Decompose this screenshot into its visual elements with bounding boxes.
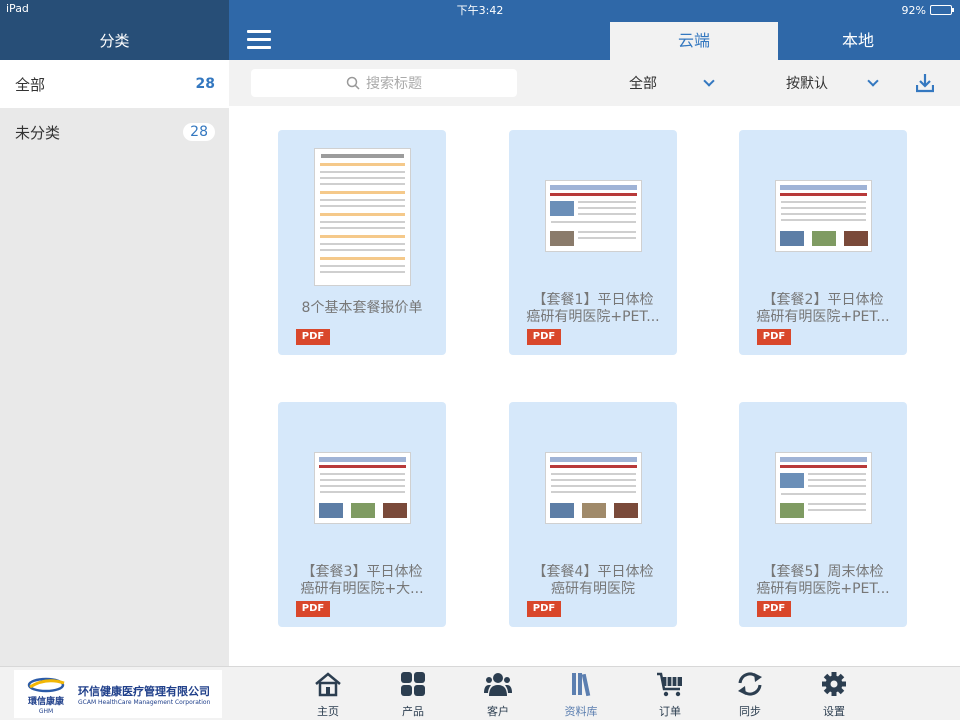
document-title-line: 【套餐1】平日体检 xyxy=(532,292,654,308)
document-title-line: 癌研有明医院 xyxy=(551,581,635,597)
pdf-badge: PDF xyxy=(757,329,791,345)
document-card[interactable]: 【套餐2】平日体检 癌研有明医院+PET... PDF xyxy=(739,130,907,355)
users-icon xyxy=(484,673,512,696)
nav-label: 产品 xyxy=(402,705,424,718)
battery-icon xyxy=(930,5,954,15)
sidebar-item-label: 全部 xyxy=(15,75,46,94)
bottom-tab-bar: 環信康康 GHM 环信健康医疗管理有限公司 GCAM HealthCare Ma… xyxy=(0,666,960,720)
document-thumbnail xyxy=(545,180,642,252)
document-title-line: 【套餐2】平日体检 xyxy=(762,292,884,308)
sidebar-item-label: 未分类 xyxy=(15,123,61,142)
document-title: 【套餐4】平日体检 癌研有明医院 xyxy=(521,564,665,598)
document-title-line: 癌研有明医院+PET... xyxy=(756,309,890,325)
search-icon xyxy=(346,76,360,90)
category-sidebar: 全部 28 未分类 28 xyxy=(0,60,229,666)
document-card[interactable]: 【套餐4】平日体检 癌研有明医院 PDF xyxy=(509,402,677,627)
search-placeholder: 搜索标题 xyxy=(366,76,422,92)
logo-mark-icon: 環信康康 GHM xyxy=(20,673,72,715)
document-title-line: 【套餐5】周末体检 xyxy=(762,564,884,580)
nav-label: 设置 xyxy=(823,705,845,718)
sidebar-item-count: 28 xyxy=(195,76,215,92)
company-name-en: GCAM HealthCare Management Corporation xyxy=(78,698,211,706)
search-input[interactable]: 搜索标题 xyxy=(251,69,517,97)
pdf-badge: PDF xyxy=(296,329,330,345)
document-thumbnail xyxy=(775,452,872,524)
sidebar-title: 分类 xyxy=(99,32,130,50)
nav-label: 订单 xyxy=(659,705,681,718)
sidebar-item-all[interactable]: 全部 28 xyxy=(0,60,229,108)
nav-orders[interactable]: 订单 xyxy=(640,671,700,719)
document-thumbnail xyxy=(314,148,411,286)
top-bar: iPad 下午3:42 92% 分类 云端 本地 xyxy=(0,0,960,60)
nav-home[interactable]: 主页 xyxy=(298,671,358,719)
logo-cn-mark: 環信康康 xyxy=(28,695,65,707)
pdf-badge: PDF xyxy=(527,329,561,345)
nav-customers[interactable]: 客户 xyxy=(468,671,528,719)
gear-icon xyxy=(822,672,846,696)
download-icon[interactable] xyxy=(916,73,934,93)
document-title-line: 【套餐3】平日体检 xyxy=(301,564,423,580)
document-title-line: 癌研有明医院+PET... xyxy=(756,581,890,597)
document-card[interactable]: 【套餐5】周末体检 癌研有明医院+PET... PDF xyxy=(739,402,907,627)
nav-label: 主页 xyxy=(317,705,339,718)
document-title-line: 【套餐4】平日体检 xyxy=(532,564,654,580)
menu-icon[interactable] xyxy=(247,30,271,50)
nav-sync[interactable]: 同步 xyxy=(720,671,780,719)
document-title: 8个基本套餐报价单 xyxy=(290,300,434,317)
main-content: 搜索标题 全部 按默认 8个基本套餐报价单 PDF 【套餐1】平日体检 癌研有明… xyxy=(229,60,960,666)
battery-percent: 92% xyxy=(901,3,926,17)
grid-icon xyxy=(401,672,425,696)
nav-settings[interactable]: 设置 xyxy=(804,671,864,719)
document-title-line: 癌研有明医院+PET... xyxy=(526,309,660,325)
nav-label: 客户 xyxy=(487,705,509,718)
sidebar-item-uncategorized[interactable]: 未分类 28 xyxy=(0,108,229,156)
status-time: 下午3:42 xyxy=(456,4,504,17)
sort-dropdown[interactable]: 按默认 xyxy=(786,69,881,97)
document-title-line: 8个基本套餐报价单 xyxy=(301,300,423,316)
tab-cloud[interactable]: 云端 xyxy=(610,22,778,60)
battery-status: 92% xyxy=(901,2,954,18)
cart-icon xyxy=(657,672,682,697)
document-title: 【套餐1】平日体检 癌研有明医院+PET... xyxy=(521,292,665,326)
chevron-down-icon xyxy=(867,75,879,87)
home-icon xyxy=(315,672,341,697)
sidebar-item-count: 28 xyxy=(183,123,215,141)
pdf-badge: PDF xyxy=(296,601,330,617)
document-grid: 8个基本套餐报价单 PDF 【套餐1】平日体检 癌研有明医院+PET... PD… xyxy=(229,106,960,666)
nav-products[interactable]: 产品 xyxy=(383,671,443,719)
nav-label: 资料库 xyxy=(564,705,598,718)
nav-label: 同步 xyxy=(739,705,761,718)
document-title-line: 癌研有明医院+大... xyxy=(300,581,424,597)
pdf-badge: PDF xyxy=(757,601,791,617)
chevron-down-icon xyxy=(703,75,715,87)
document-title: 【套餐2】平日体检 癌研有明医院+PET... xyxy=(751,292,895,326)
nav-library[interactable]: 资料库 xyxy=(551,671,611,719)
library-icon xyxy=(572,673,591,697)
filter-value: 全部 xyxy=(629,76,657,92)
filter-dropdown[interactable]: 全部 xyxy=(629,69,717,97)
document-thumbnail xyxy=(775,180,872,252)
logo-en-mark: GHM xyxy=(39,708,53,715)
document-thumbnail xyxy=(545,452,642,524)
document-title: 【套餐5】周末体检 癌研有明医院+PET... xyxy=(751,564,895,598)
document-card[interactable]: 【套餐1】平日体检 癌研有明医院+PET... PDF xyxy=(509,130,677,355)
tab-local[interactable]: 本地 xyxy=(778,22,938,60)
toolbar: 搜索标题 全部 按默认 xyxy=(229,60,960,106)
document-card[interactable]: 8个基本套餐报价单 PDF xyxy=(278,130,446,355)
document-card[interactable]: 【套餐3】平日体检 癌研有明医院+大... PDF xyxy=(278,402,446,627)
sync-icon xyxy=(738,672,762,696)
document-title: 【套餐3】平日体检 癌研有明医院+大... xyxy=(290,564,434,598)
document-thumbnail xyxy=(314,452,411,524)
pdf-badge: PDF xyxy=(527,601,561,617)
company-name-cn: 环信健康医疗管理有限公司 xyxy=(78,684,210,698)
company-logo[interactable]: 環信康康 GHM 环信健康医疗管理有限公司 GCAM HealthCare Ma… xyxy=(14,670,222,718)
sort-value: 按默认 xyxy=(786,76,828,92)
